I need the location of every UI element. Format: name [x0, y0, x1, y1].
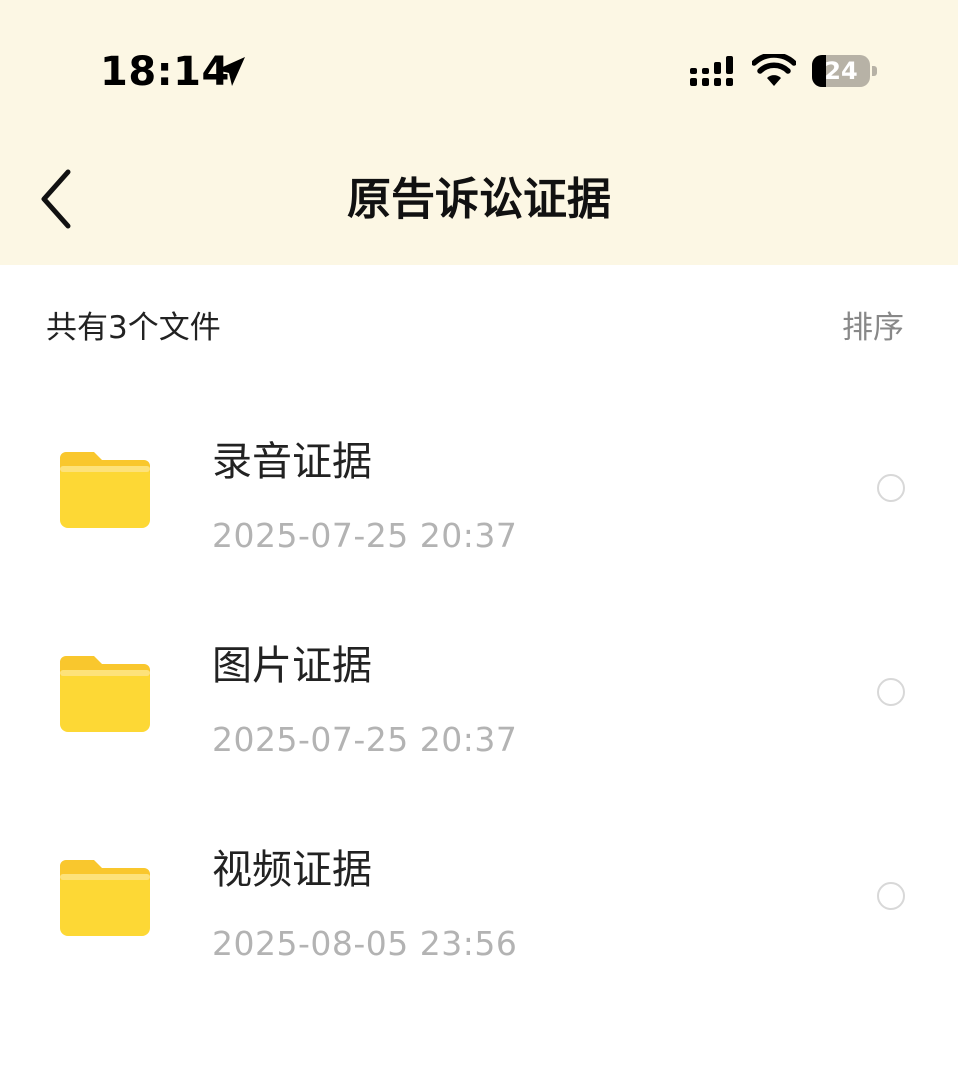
list-item[interactable]: 图片证据 2025-07-25 20:37	[0, 594, 958, 798]
wifi-icon	[752, 54, 796, 86]
sort-button[interactable]: 排序	[842, 306, 904, 350]
navigation-bar: 原告诉讼证据	[0, 140, 958, 260]
folder-icon	[60, 656, 150, 732]
file-name: 录音证据	[212, 439, 372, 485]
signal-icon	[690, 56, 733, 86]
location-arrow-icon	[216, 57, 245, 86]
status-time: 18:14	[100, 49, 230, 95]
file-name: 视频证据	[212, 847, 372, 893]
select-radio[interactable]	[877, 678, 905, 706]
battery-icon: 24	[812, 55, 878, 87]
page-title: 原告诉讼证据	[347, 174, 611, 225]
top-header-area: 18:14 24 原告诉讼证据	[0, 0, 958, 265]
folder-icon	[60, 452, 150, 528]
select-radio[interactable]	[877, 474, 905, 502]
battery-level: 24	[824, 57, 858, 85]
file-date: 2025-07-25 20:37	[212, 516, 518, 555]
file-list: 录音证据 2025-07-25 20:37 图片证据 2025-07-25 20…	[0, 390, 958, 1002]
list-item[interactable]: 视频证据 2025-08-05 23:56	[0, 798, 958, 1002]
select-radio[interactable]	[877, 882, 905, 910]
summary-row: 共有3个文件 排序	[0, 300, 958, 356]
battery-tip	[872, 66, 877, 76]
file-date: 2025-07-25 20:37	[212, 720, 518, 759]
list-item[interactable]: 录音证据 2025-07-25 20:37	[0, 390, 958, 594]
file-date: 2025-08-05 23:56	[212, 924, 518, 963]
file-count-label: 共有3个文件	[46, 310, 221, 346]
file-name: 图片证据	[212, 643, 372, 689]
status-bar: 18:14 24	[0, 0, 958, 140]
battery-body: 24	[812, 55, 870, 87]
folder-icon	[60, 860, 150, 936]
